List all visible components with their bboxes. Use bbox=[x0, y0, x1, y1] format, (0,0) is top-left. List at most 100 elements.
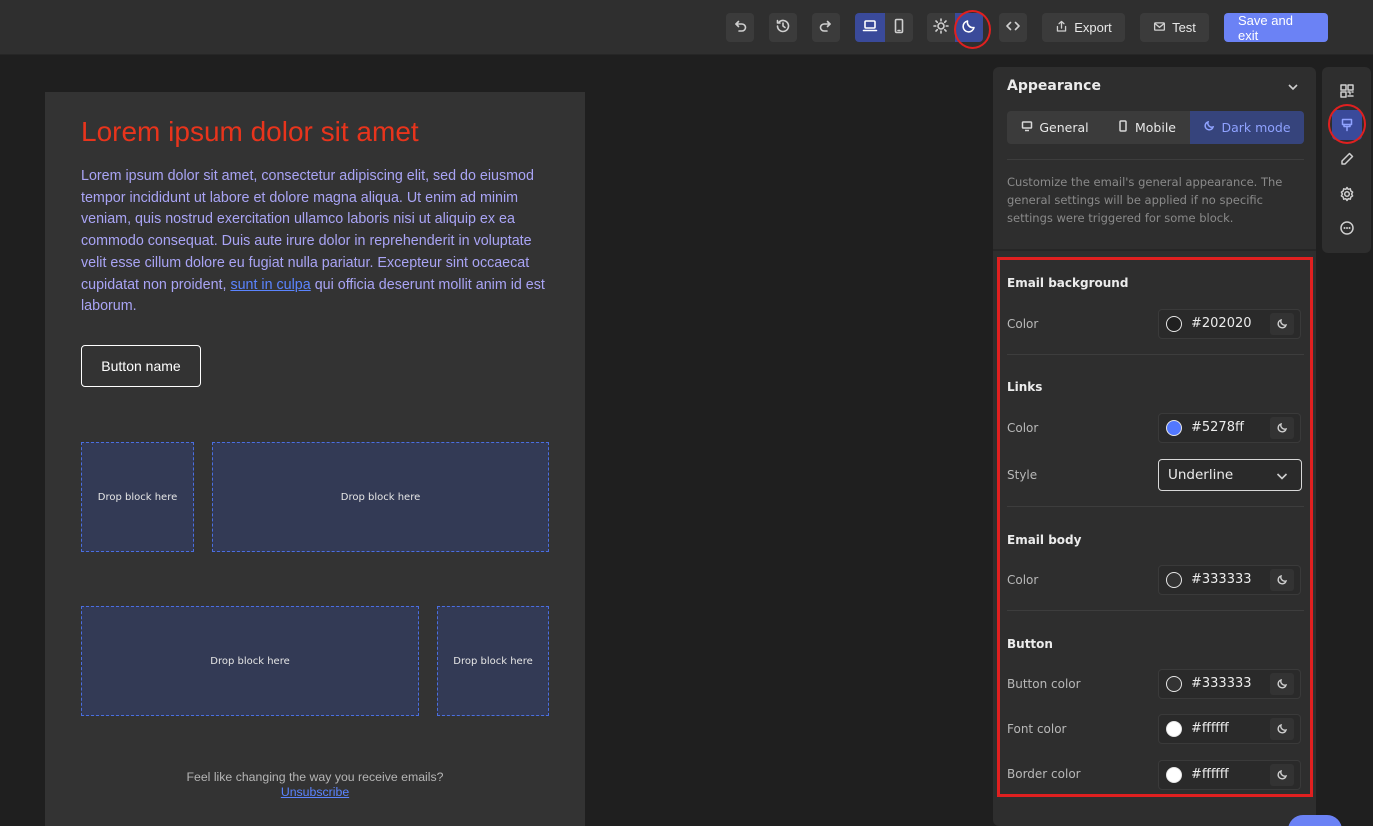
button-color-label: Button color bbox=[1007, 677, 1081, 691]
monitor-icon bbox=[1021, 120, 1033, 135]
section-button: Button bbox=[1007, 637, 1053, 651]
email-title[interactable]: Lorem ipsum dolor sit amet bbox=[81, 116, 419, 148]
undo-button[interactable] bbox=[726, 13, 754, 42]
color-swatch[interactable] bbox=[1166, 572, 1182, 588]
gear-icon[interactable] bbox=[1336, 183, 1358, 205]
body-text-start: Lorem ipsum dolor sit amet, consectetur … bbox=[81, 168, 534, 293]
moon-icon[interactable] bbox=[1270, 673, 1294, 695]
drop-zone[interactable]: Drop block here bbox=[212, 442, 549, 552]
side-rail bbox=[1322, 67, 1371, 253]
color-swatch[interactable] bbox=[1166, 676, 1182, 692]
section-email-body: Email body bbox=[1007, 533, 1082, 547]
moon-icon[interactable] bbox=[1270, 417, 1294, 439]
appearance-tabs: General Mobile Dark mode bbox=[1007, 111, 1304, 144]
border-color-label: Border color bbox=[1007, 767, 1081, 781]
divider bbox=[1007, 354, 1304, 355]
color-value[interactable]: #333333 bbox=[1191, 676, 1252, 691]
email-button[interactable]: Button name bbox=[81, 345, 201, 387]
moon-icon[interactable] bbox=[1270, 764, 1294, 786]
divider bbox=[1007, 610, 1304, 611]
test-label: Test bbox=[1172, 20, 1196, 35]
drop-zone[interactable]: Drop block here bbox=[81, 442, 194, 552]
links-style-select[interactable]: Underline bbox=[1158, 459, 1302, 491]
panel-description: Customize the email's general appearance… bbox=[1007, 175, 1283, 225]
tab-dark-mode[interactable]: Dark mode bbox=[1190, 111, 1304, 144]
help-button[interactable] bbox=[1288, 815, 1342, 826]
section-email-background: Email background bbox=[1007, 276, 1129, 290]
divider bbox=[1007, 506, 1304, 507]
moon-icon bbox=[961, 18, 977, 37]
font-color-field[interactable]: #ffffff bbox=[1158, 714, 1301, 744]
mobile-icon bbox=[891, 18, 907, 37]
tab-general[interactable]: General bbox=[1007, 111, 1103, 144]
dark-mode-button[interactable] bbox=[955, 13, 983, 42]
export-label: Export bbox=[1074, 20, 1112, 35]
section-links: Links bbox=[1007, 380, 1043, 394]
border-color-field[interactable]: #ffffff bbox=[1158, 760, 1301, 790]
history-icon bbox=[775, 18, 791, 37]
email-body-text[interactable]: Lorem ipsum dolor sit amet, consectetur … bbox=[81, 166, 553, 318]
font-color-label: Font color bbox=[1007, 722, 1067, 736]
links-color-label: Color bbox=[1007, 421, 1039, 435]
history-button[interactable] bbox=[769, 13, 797, 42]
footer-text: Feel like changing the way you receive e… bbox=[186, 770, 444, 784]
email-background-color-label: Color bbox=[1007, 317, 1039, 331]
save-and-exit-button[interactable]: Save and exit bbox=[1224, 13, 1328, 43]
desktop-icon bbox=[862, 18, 878, 37]
color-swatch[interactable] bbox=[1166, 767, 1182, 783]
redo-icon bbox=[818, 18, 834, 37]
body-inline-link[interactable]: sunt in culpa bbox=[230, 277, 310, 293]
divider bbox=[1007, 159, 1304, 160]
paint-icon[interactable] bbox=[1332, 110, 1362, 140]
color-value[interactable]: #333333 bbox=[1191, 572, 1252, 587]
top-toolbar: Export Test Save and exit bbox=[0, 0, 1373, 55]
redo-button[interactable] bbox=[812, 13, 840, 42]
panel-title: Appearance bbox=[1007, 78, 1101, 94]
color-value[interactable]: #5278ff bbox=[1191, 420, 1244, 435]
moon-icon[interactable] bbox=[1270, 313, 1294, 335]
tab-mobile[interactable]: Mobile bbox=[1103, 111, 1190, 144]
tab-dark-mode-label: Dark mode bbox=[1221, 120, 1291, 135]
email-body-color-field[interactable]: #333333 bbox=[1158, 565, 1301, 595]
appearance-panel: Appearance General Mobile Dark mode Cust… bbox=[993, 67, 1316, 826]
unsubscribe-link[interactable]: Unsubscribe bbox=[45, 785, 585, 799]
chevron-down-icon[interactable] bbox=[1286, 80, 1300, 94]
mail-icon bbox=[1153, 20, 1166, 36]
export-button[interactable]: Export bbox=[1042, 13, 1125, 42]
color-swatch[interactable] bbox=[1166, 420, 1182, 436]
color-value[interactable]: #ffffff bbox=[1191, 721, 1229, 736]
export-icon bbox=[1055, 20, 1068, 36]
mobile-view-button[interactable] bbox=[885, 13, 913, 42]
code-button[interactable] bbox=[999, 13, 1027, 42]
links-color-field[interactable]: #5278ff bbox=[1158, 413, 1301, 443]
undo-icon bbox=[732, 18, 748, 37]
tab-mobile-label: Mobile bbox=[1134, 120, 1176, 135]
email-canvas: Lorem ipsum dolor sit amet Lorem ipsum d… bbox=[45, 92, 585, 826]
chat-icon[interactable] bbox=[1336, 217, 1358, 239]
moon-icon[interactable] bbox=[1270, 718, 1294, 740]
links-style-label: Style bbox=[1007, 468, 1038, 482]
button-color-field[interactable]: #333333 bbox=[1158, 669, 1301, 699]
pencil-icon[interactable] bbox=[1336, 148, 1358, 170]
sun-icon bbox=[933, 18, 949, 37]
blocks-icon[interactable] bbox=[1336, 80, 1358, 102]
email-background-color-field[interactable]: #202020 bbox=[1158, 309, 1301, 339]
select-value: Underline bbox=[1168, 467, 1234, 483]
color-swatch[interactable] bbox=[1166, 721, 1182, 737]
color-swatch[interactable] bbox=[1166, 316, 1182, 332]
code-icon bbox=[1005, 18, 1021, 37]
chevron-down-icon bbox=[1275, 469, 1289, 483]
moon-icon[interactable] bbox=[1270, 569, 1294, 591]
color-value[interactable]: #202020 bbox=[1191, 316, 1252, 331]
drop-zone[interactable]: Drop block here bbox=[81, 606, 419, 716]
color-value[interactable]: #ffffff bbox=[1191, 767, 1229, 782]
drop-zone[interactable]: Drop block here bbox=[437, 606, 549, 716]
tab-general-label: General bbox=[1039, 120, 1089, 135]
moon-icon bbox=[1203, 120, 1215, 135]
test-button[interactable]: Test bbox=[1140, 13, 1209, 42]
light-mode-button[interactable] bbox=[927, 13, 955, 42]
phone-icon bbox=[1117, 120, 1129, 135]
email-body-color-label: Color bbox=[1007, 573, 1039, 587]
desktop-view-button[interactable] bbox=[855, 13, 885, 42]
divider bbox=[993, 249, 1316, 251]
